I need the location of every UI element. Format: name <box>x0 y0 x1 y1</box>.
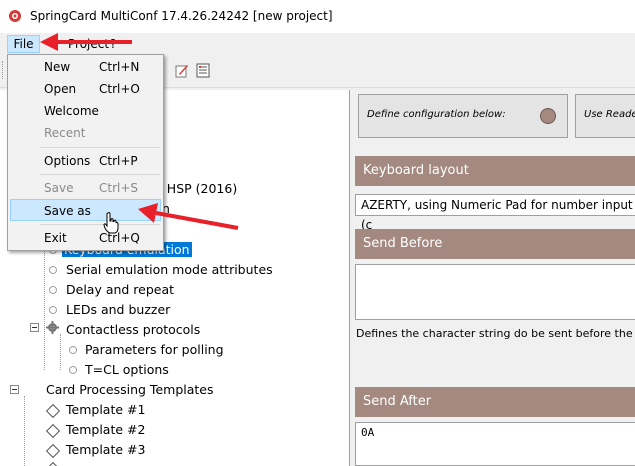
menu-item-new[interactable]: New Ctrl+N <box>10 56 161 78</box>
template-icon <box>45 443 61 459</box>
tree-item-leds-buzzer[interactable]: LEDs and buzzer <box>66 301 170 319</box>
menu-bar: File Project ? <box>0 33 635 55</box>
gear-icon <box>46 321 59 334</box>
template-icon <box>45 403 61 419</box>
menu-item-label: Exit <box>44 231 67 245</box>
keyboard-layout-header: Keyboard layout <box>355 156 635 186</box>
send-after-field[interactable]: 0A <box>355 422 635 466</box>
app-logo-icon <box>9 10 21 22</box>
send-before-field[interactable] <box>355 264 635 320</box>
tree-node-icon <box>69 366 77 374</box>
menu-item-shortcut: Ctrl+S <box>99 181 139 195</box>
tree-connector <box>24 396 25 466</box>
use-reader-label: Use Reader <box>584 109 635 120</box>
send-after-header: Send After <box>355 387 635 417</box>
list-icon[interactable] <box>196 63 210 78</box>
tree-item-contactless-protocols[interactable]: Contactless protocols <box>66 321 200 339</box>
menu-item-open[interactable]: Open Ctrl+O <box>10 78 161 100</box>
title-bar: SpringCard MultiConf 17.4.26.24242 [new … <box>0 0 635 33</box>
tree-item-delay-repeat[interactable]: Delay and repeat <box>66 281 174 299</box>
tree-item-template-2[interactable]: Template #2 <box>66 421 145 439</box>
tree-item-template-1[interactable]: Template #1 <box>66 401 145 419</box>
tree-item-serial-emulation[interactable]: Serial emulation mode attributes <box>66 261 273 279</box>
menu-item-shortcut: Ctrl+N <box>99 60 140 74</box>
send-before-description: Defines the character string do be sent … <box>356 327 635 340</box>
menu-item-exit[interactable]: Exit Ctrl+Q <box>10 227 161 249</box>
menu-item-label: Save as <box>44 204 91 218</box>
menu-item-shortcut: Ctrl+P <box>99 154 138 168</box>
tree-node-icon <box>69 346 77 354</box>
template-icon <box>45 423 61 439</box>
toolbar-grip[interactable] <box>2 61 6 79</box>
menu-separator <box>40 147 160 148</box>
tree-node-icon <box>49 266 57 274</box>
send-before-header: Send Before <box>355 229 635 259</box>
tree-item-parameters-polling[interactable]: Parameters for polling <box>85 341 224 359</box>
tree-item-template-3[interactable]: Template #3 <box>66 441 145 459</box>
menu-item-label: Open <box>44 82 77 96</box>
menu-item-label: New <box>44 60 71 74</box>
define-config-box: Define configuration below: <box>358 94 568 138</box>
collapse-icon[interactable] <box>10 385 19 394</box>
file-menu-dropdown: New Ctrl+N Open Ctrl+O Welcome Recent Op… <box>7 54 164 251</box>
menu-project[interactable]: Project <box>68 36 109 52</box>
tree-node-icon <box>49 306 57 314</box>
config-panel: Define configuration below: Use Reader K… <box>353 90 635 466</box>
menu-item-save[interactable]: Save Ctrl+S <box>10 177 161 199</box>
tree-item-tcl-options[interactable]: T=CL options <box>85 361 169 379</box>
menu-item-label: Options <box>44 154 91 168</box>
menu-item-label: Recent <box>44 126 86 140</box>
status-indicator[interactable] <box>540 108 556 124</box>
menu-item-label: Save <box>44 181 74 195</box>
tree-connector <box>44 250 45 370</box>
menu-item-recent[interactable]: Recent <box>10 122 161 144</box>
tree-node-icon <box>49 286 57 294</box>
menu-separator <box>40 224 160 225</box>
tree-connector <box>60 334 61 370</box>
template-icon <box>45 461 61 466</box>
menu-file[interactable]: File <box>7 35 40 53</box>
hand-cursor-icon <box>103 212 119 234</box>
menu-help[interactable]: ? <box>110 36 116 52</box>
window-title: SpringCard MultiConf 17.4.26.24242 [new … <box>30 9 333 23</box>
menu-item-save-as[interactable]: Save as <box>10 199 161 221</box>
use-reader-box[interactable]: Use Reader <box>575 94 635 138</box>
menu-separator <box>40 174 160 175</box>
menu-item-label: Welcome <box>44 104 99 118</box>
menu-item-shortcut: Ctrl+O <box>99 82 140 96</box>
tree-item-card-processing[interactable]: Card Processing Templates <box>46 381 214 399</box>
menu-item-options[interactable]: Options Ctrl+P <box>10 150 161 172</box>
keyboard-layout-select[interactable]: AZERTY, using Numeric Pad for number inp… <box>355 194 635 232</box>
menu-item-welcome[interactable]: Welcome <box>10 100 161 122</box>
edit-icon[interactable] <box>175 63 189 78</box>
collapse-icon[interactable] <box>30 323 39 332</box>
define-config-label: Define configuration below: <box>367 109 506 120</box>
